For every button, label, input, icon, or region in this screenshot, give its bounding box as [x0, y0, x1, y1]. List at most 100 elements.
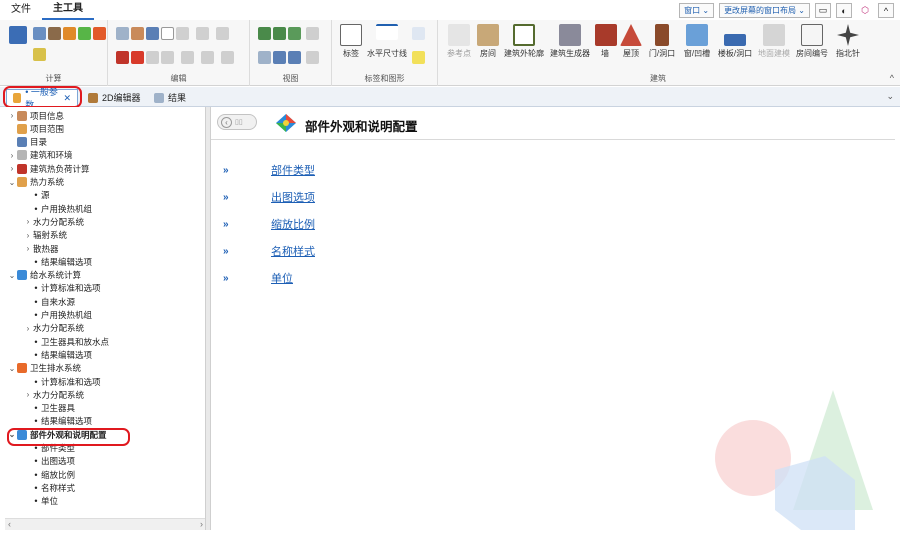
cut-icon[interactable]: [116, 51, 129, 64]
tree-item[interactable]: • 结果编辑选项: [31, 348, 92, 361]
theme-icon[interactable]: ◐: [836, 3, 852, 18]
section-link[interactable]: 出图选项: [271, 189, 315, 205]
tree-item[interactable]: › 建筑热负荷计算: [7, 162, 90, 175]
chevron-down-icon[interactable]: ⌄: [7, 178, 17, 187]
hdim-button[interactable]: 水平尺寸线: [366, 24, 408, 59]
chevron-right-icon[interactable]: ›: [23, 390, 33, 399]
chevron-right-icon[interactable]: ›: [23, 217, 33, 226]
window-button[interactable]: 窗/凹槽: [680, 24, 714, 59]
tree-item[interactable]: ⌄ 热力系统: [7, 176, 64, 189]
generator-button[interactable]: 建筑生成器: [548, 24, 592, 59]
calc-icon-2[interactable]: [33, 27, 46, 40]
edit-icon-11[interactable]: [161, 51, 174, 64]
calc-icon-3[interactable]: [48, 27, 61, 40]
tree-item[interactable]: • 户用换热机组: [31, 309, 92, 322]
chevron-right-icon[interactable]: ›: [7, 111, 17, 120]
chevron-down-icon[interactable]: ⌄: [7, 364, 17, 373]
section-link[interactable]: 名称样式: [271, 243, 315, 259]
tree-item[interactable]: • 缩放比例: [31, 468, 75, 481]
tab-results[interactable]: 结果: [148, 89, 192, 106]
roomnum-button[interactable]: 房间编号: [794, 24, 830, 59]
tree-item[interactable]: • 卫生器具和放水点: [31, 335, 109, 348]
section-link[interactable]: 单位: [271, 270, 293, 286]
edit-icon-10[interactable]: [146, 51, 159, 64]
tree-item[interactable]: › 水力分配系统: [23, 215, 84, 228]
door-button[interactable]: 门/洞口: [646, 24, 678, 59]
section-link[interactable]: 缩放比例: [271, 216, 315, 232]
zoom-all-icon[interactable]: [288, 51, 301, 64]
floor-button[interactable]: 楼板/洞口: [716, 24, 754, 59]
tree-item[interactable]: ⌄ 给水系统计算: [7, 269, 81, 282]
paste-icon[interactable]: [131, 27, 144, 40]
tree-item[interactable]: • 卫生器具: [31, 402, 75, 415]
note-icon[interactable]: [412, 51, 425, 64]
edit-icon-12[interactable]: [181, 51, 194, 64]
layout-dropdown[interactable]: 更改屏幕的窗口布局 ⌄: [719, 3, 810, 18]
tree-item[interactable]: › 项目信息: [7, 109, 64, 122]
tree-item[interactable]: • 单位: [31, 495, 58, 508]
help-icon[interactable]: ⬡: [857, 3, 873, 18]
edit-icon-14[interactable]: [221, 51, 234, 64]
calc-icon-4[interactable]: [63, 27, 76, 40]
chevron-right-icon[interactable]: ›: [23, 231, 33, 240]
georef-button[interactable]: 地面建模: [756, 24, 792, 59]
tree-item[interactable]: 项目范围: [7, 122, 64, 135]
rect-icon[interactable]: [161, 27, 174, 40]
zoom-window-icon[interactable]: [273, 51, 286, 64]
tree-item[interactable]: › 水力分配系统: [23, 322, 84, 335]
refpoint-button[interactable]: 参考点: [444, 24, 474, 59]
calc-icon-5[interactable]: [78, 27, 91, 40]
menu-file[interactable]: 文件: [0, 0, 42, 20]
view-icon-8[interactable]: [306, 51, 319, 64]
ribbon-collapse-icon[interactable]: ^: [890, 73, 894, 83]
section-link[interactable]: 部件类型: [271, 162, 315, 178]
tree-item[interactable]: › 散热器: [23, 242, 59, 255]
edit-icon-13[interactable]: [201, 51, 214, 64]
tree-item[interactable]: • 计算标准和选项: [31, 375, 100, 388]
scroll-left-icon[interactable]: ‹: [8, 519, 11, 529]
zoom-fit-icon[interactable]: [288, 27, 301, 40]
collapse-ribbon-icon[interactable]: ^: [878, 3, 894, 18]
horizontal-scrollbar[interactable]: ‹ ›: [5, 518, 205, 530]
tree-item[interactable]: • 出图选项: [31, 455, 75, 468]
scroll-right-icon[interactable]: ›: [200, 519, 203, 529]
chevron-right-icon[interactable]: ›: [23, 324, 33, 333]
menu-main-tools[interactable]: 主工具: [42, 0, 94, 20]
chevron-right-icon[interactable]: ›: [23, 244, 33, 253]
tree-item[interactable]: ⌄ 卫生排水系统: [7, 362, 81, 375]
outline-button[interactable]: 建筑外轮廓: [502, 24, 546, 59]
tree-item[interactable]: › 辐射系统: [23, 229, 67, 242]
calc-icon-7[interactable]: [33, 48, 46, 61]
label-button[interactable]: 标签: [336, 24, 366, 59]
tree-item[interactable]: › 建筑和环境: [7, 149, 73, 162]
tree-item[interactable]: › 水力分配系统: [23, 388, 84, 401]
edit-icon-5[interactable]: [176, 27, 189, 40]
tree-item[interactable]: • 自来水源: [31, 295, 75, 308]
zoom-in-icon[interactable]: [258, 27, 271, 40]
chevron-down-icon[interactable]: ⌄: [7, 271, 17, 280]
window-layout-icon[interactable]: ▭: [815, 3, 831, 18]
view-icon-4[interactable]: [306, 27, 319, 40]
copy-icon[interactable]: [116, 27, 129, 40]
window-dropdown[interactable]: 窗口 ⌄: [679, 3, 715, 18]
text-abc-icon[interactable]: [412, 27, 425, 40]
tab-2d-editor[interactable]: 2D编辑器: [82, 89, 147, 106]
tree-item[interactable]: • 计算标准和选项: [31, 282, 100, 295]
undo-icon[interactable]: [146, 27, 159, 40]
tree-item[interactable]: • 源: [31, 189, 49, 202]
roof-button[interactable]: 屋顶: [618, 24, 644, 59]
wall-button[interactable]: 墙: [595, 24, 617, 59]
zoom-out-icon[interactable]: [273, 27, 286, 40]
tree-item[interactable]: • 名称样式: [31, 481, 75, 494]
tree-item[interactable]: • 结果编辑选项: [31, 255, 92, 268]
tree-item[interactable]: • 户用换热机组: [31, 202, 92, 215]
chevron-right-icon[interactable]: ›: [7, 164, 17, 173]
edit-icon-7[interactable]: [216, 27, 229, 40]
calculator-icon[interactable]: [9, 26, 27, 44]
chevron-right-icon[interactable]: ›: [7, 151, 17, 160]
room-button[interactable]: 房间: [476, 24, 500, 59]
back-button[interactable]: ‹ ▯▯: [217, 114, 257, 130]
delete-icon[interactable]: [131, 51, 144, 64]
compass-button[interactable]: 指北针: [832, 24, 864, 59]
view-icon-5[interactable]: [258, 51, 271, 64]
